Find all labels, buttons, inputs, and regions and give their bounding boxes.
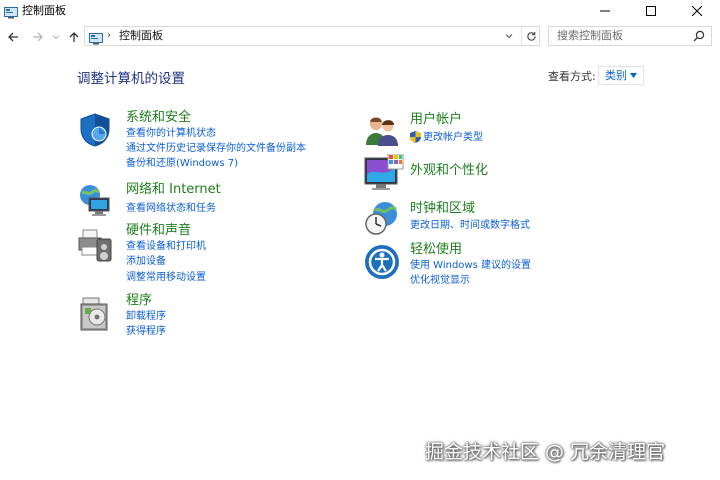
view-by-dropdown[interactable]: 类别	[598, 66, 644, 85]
watermark: 掘金技术社区 @ 冗余清理官	[425, 441, 666, 463]
category-title-appearance[interactable]: 外观和个性化	[410, 163, 488, 179]
category-title-system-security[interactable]: 系统和安全	[126, 110, 191, 126]
link-add-device[interactable]: 添加设备	[126, 255, 166, 269]
link-backup-restore[interactable]: 备份和还原(Windows 7)	[126, 157, 238, 171]
maximize-button[interactable]	[628, 0, 674, 22]
shield-icon[interactable]	[77, 112, 113, 148]
chevron-down-icon	[52, 35, 60, 40]
search-box[interactable]: 搜索控制面板	[548, 26, 712, 46]
category-title-hardware-sound[interactable]: 硬件和声音	[126, 223, 191, 239]
link-view-computer-status[interactable]: 查看你的计算机状态	[126, 127, 216, 141]
category-title-programs[interactable]: 程序	[126, 293, 152, 309]
window-title: 控制面板	[22, 4, 66, 17]
navigation-bar: › 控制面板 搜索控制面板	[0, 24, 720, 50]
address-bar[interactable]: › 控制面板	[84, 26, 540, 46]
view-by-value[interactable]: 类别	[605, 69, 627, 83]
minimize-button[interactable]	[582, 0, 628, 22]
link-windows-recommended-settings[interactable]: 使用 Windows 建议的设置	[410, 259, 531, 273]
programs-icon[interactable]	[79, 296, 115, 332]
link-optimize-visual-display[interactable]: 优化视觉显示	[410, 274, 470, 288]
caret-down-icon	[630, 73, 637, 78]
category-title-network-internet[interactable]: 网络和 Internet	[126, 182, 221, 198]
close-button[interactable]	[674, 0, 720, 22]
back-button[interactable]	[5, 29, 21, 45]
category-title-user-accounts[interactable]: 用户帐户	[410, 112, 462, 128]
link-uninstall-program[interactable]: 卸载程序	[126, 310, 166, 324]
view-by-label: 查看方式:	[548, 70, 596, 83]
maximize-icon	[646, 6, 656, 16]
back-arrow-icon	[8, 32, 18, 42]
address-dropdown-button[interactable]	[499, 27, 519, 45]
link-change-account-type[interactable]: 更改帐户类型	[423, 131, 483, 145]
link-mobility-settings[interactable]: 调整常用移动设置	[126, 271, 206, 285]
control-panel-icon	[4, 4, 18, 19]
uac-shield-icon	[410, 131, 421, 143]
chevron-down-icon	[505, 34, 513, 39]
refresh-icon	[526, 31, 536, 41]
link-view-devices-printers[interactable]: 查看设备和打印机	[126, 240, 206, 254]
appearance-icon[interactable]	[364, 153, 404, 190]
link-change-date-time-format[interactable]: 更改日期、时间或数字格式	[410, 219, 530, 233]
close-icon	[692, 6, 702, 16]
search-icon[interactable]	[693, 30, 705, 42]
up-button[interactable]	[66, 29, 82, 45]
forward-button[interactable]	[30, 29, 46, 45]
minimize-icon	[600, 10, 610, 12]
clock-globe-icon[interactable]	[364, 200, 400, 236]
breadcrumb-control-panel[interactable]: 控制面板	[119, 29, 163, 43]
control-panel-icon	[89, 30, 103, 45]
recent-locations-button[interactable]	[48, 29, 64, 45]
category-title-ease-of-access[interactable]: 轻松使用	[410, 242, 462, 258]
search-input[interactable]: 搜索控制面板	[557, 29, 623, 43]
ease-of-access-icon[interactable]	[364, 244, 400, 280]
users-icon[interactable]	[364, 113, 400, 149]
link-get-programs[interactable]: 获得程序	[126, 325, 166, 339]
page-heading: 调整计算机的设置	[77, 71, 185, 87]
forward-arrow-icon	[33, 32, 43, 42]
title-bar: 控制面板	[0, 0, 720, 22]
link-view-network-status[interactable]: 查看网络状态和任务	[126, 202, 216, 216]
printer-icon[interactable]	[77, 227, 113, 263]
up-arrow-icon	[69, 32, 79, 42]
refresh-button[interactable]	[521, 27, 540, 45]
globe-network-icon[interactable]	[77, 183, 113, 219]
link-file-history-backup[interactable]: 通过文件历史记录保存你的文件备份副本	[126, 142, 306, 156]
breadcrumb-separator: ›	[107, 30, 111, 41]
category-title-clock-region[interactable]: 时钟和区域	[410, 201, 475, 217]
